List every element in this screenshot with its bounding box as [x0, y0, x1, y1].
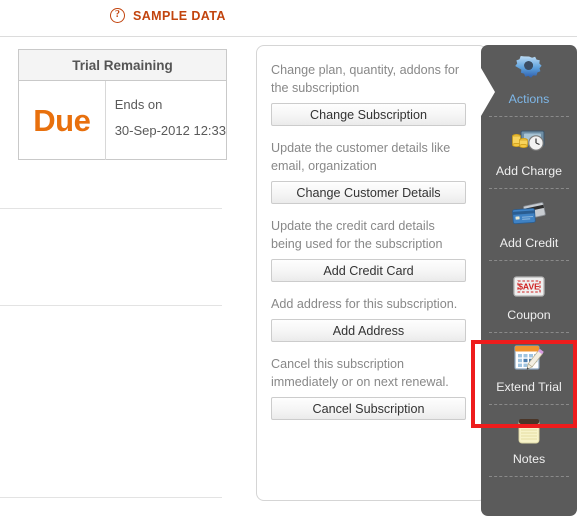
sidebar-item-notes[interactable]: Notes — [489, 405, 569, 477]
question-mark-icon[interactable]: ? — [110, 8, 125, 23]
action-block-add-address: Add address for this subscription. Add A… — [271, 295, 486, 342]
action-description: Change plan, quantity, addons for the su… — [271, 63, 460, 95]
trial-status-value: Due — [33, 102, 91, 138]
action-description: Update the credit card details being use… — [271, 219, 443, 251]
action-block-change-subscription: Change plan, quantity, addons for the su… — [271, 61, 486, 126]
sidebar-item-label: Extend Trial — [496, 380, 562, 394]
actions-list: Change plan, quantity, addons for the su… — [257, 46, 486, 420]
subscription-actions-panel: Change plan, quantity, addons for the su… — [256, 45, 487, 501]
sidebar-item-extend-trial[interactable]: Extend Trial — [489, 333, 569, 405]
add-address-button[interactable]: Add Address — [271, 319, 466, 342]
left-divider-1 — [0, 208, 222, 209]
left-divider-3 — [0, 497, 222, 498]
svg-text:$AVE: $AVE — [518, 282, 540, 292]
calendar-pencil-icon — [510, 340, 548, 378]
trial-status-cell: Due — [19, 81, 106, 160]
sidebar-item-coupon[interactable]: $AVE Coupon — [489, 261, 569, 333]
action-description: Cancel this subscription immediately or … — [271, 357, 449, 389]
sidebar-item-label: Actions — [508, 92, 550, 106]
trial-ends-value: 30-Sep-2012 12:33 — [114, 123, 226, 138]
action-description: Update the customer details like email, … — [271, 141, 451, 173]
action-description: Add address for this subscription. — [271, 297, 458, 311]
change-customer-details-button[interactable]: Change Customer Details — [271, 181, 466, 204]
sidebar-item-actions[interactable]: Actions — [489, 45, 569, 117]
action-sidebar: Actions Add Charge Add Credit $AVE Coupo… — [481, 45, 577, 516]
sidebar-item-label: Add Charge — [495, 164, 563, 178]
trial-remaining-title: Trial Remaining — [19, 50, 226, 81]
sidebar-item-add-charge[interactable]: Add Charge — [489, 117, 569, 189]
left-divider-2 — [0, 305, 222, 306]
sidebar-item-label: Add Credit — [499, 236, 559, 250]
action-block-add-credit-card: Update the credit card details being use… — [271, 217, 486, 282]
credit-card-icon — [510, 196, 548, 234]
trial-ends-label: Ends on — [114, 97, 163, 112]
trial-remaining-card: Trial Remaining Due Ends on 30-Sep-2012 … — [18, 49, 227, 160]
trial-end-cell: Ends on 30-Sep-2012 12:33 — [106, 81, 226, 160]
add-credit-card-button[interactable]: Add Credit Card — [271, 259, 466, 282]
sidebar-item-label: Notes — [512, 452, 546, 466]
notepad-icon — [510, 412, 548, 450]
change-subscription-button[interactable]: Change Subscription — [271, 103, 466, 126]
cancel-subscription-button[interactable]: Cancel Subscription — [271, 397, 466, 420]
action-block-change-customer-details: Update the customer details like email, … — [271, 139, 486, 204]
sidebar-item-add-credit[interactable]: Add Credit — [489, 189, 569, 261]
gear-icon — [510, 52, 548, 90]
action-block-cancel-subscription: Cancel this subscription immediately or … — [271, 355, 486, 420]
left-column: Trial Remaining Due Ends on 30-Sep-2012 … — [0, 37, 250, 516]
sample-data-label: SAMPLE DATA — [133, 8, 226, 23]
sample-data-header: ? SAMPLE DATA — [0, 0, 577, 37]
money-clock-icon — [510, 124, 548, 162]
save-tag-icon: $AVE — [510, 268, 548, 306]
sidebar-item-label: Coupon — [507, 308, 551, 322]
